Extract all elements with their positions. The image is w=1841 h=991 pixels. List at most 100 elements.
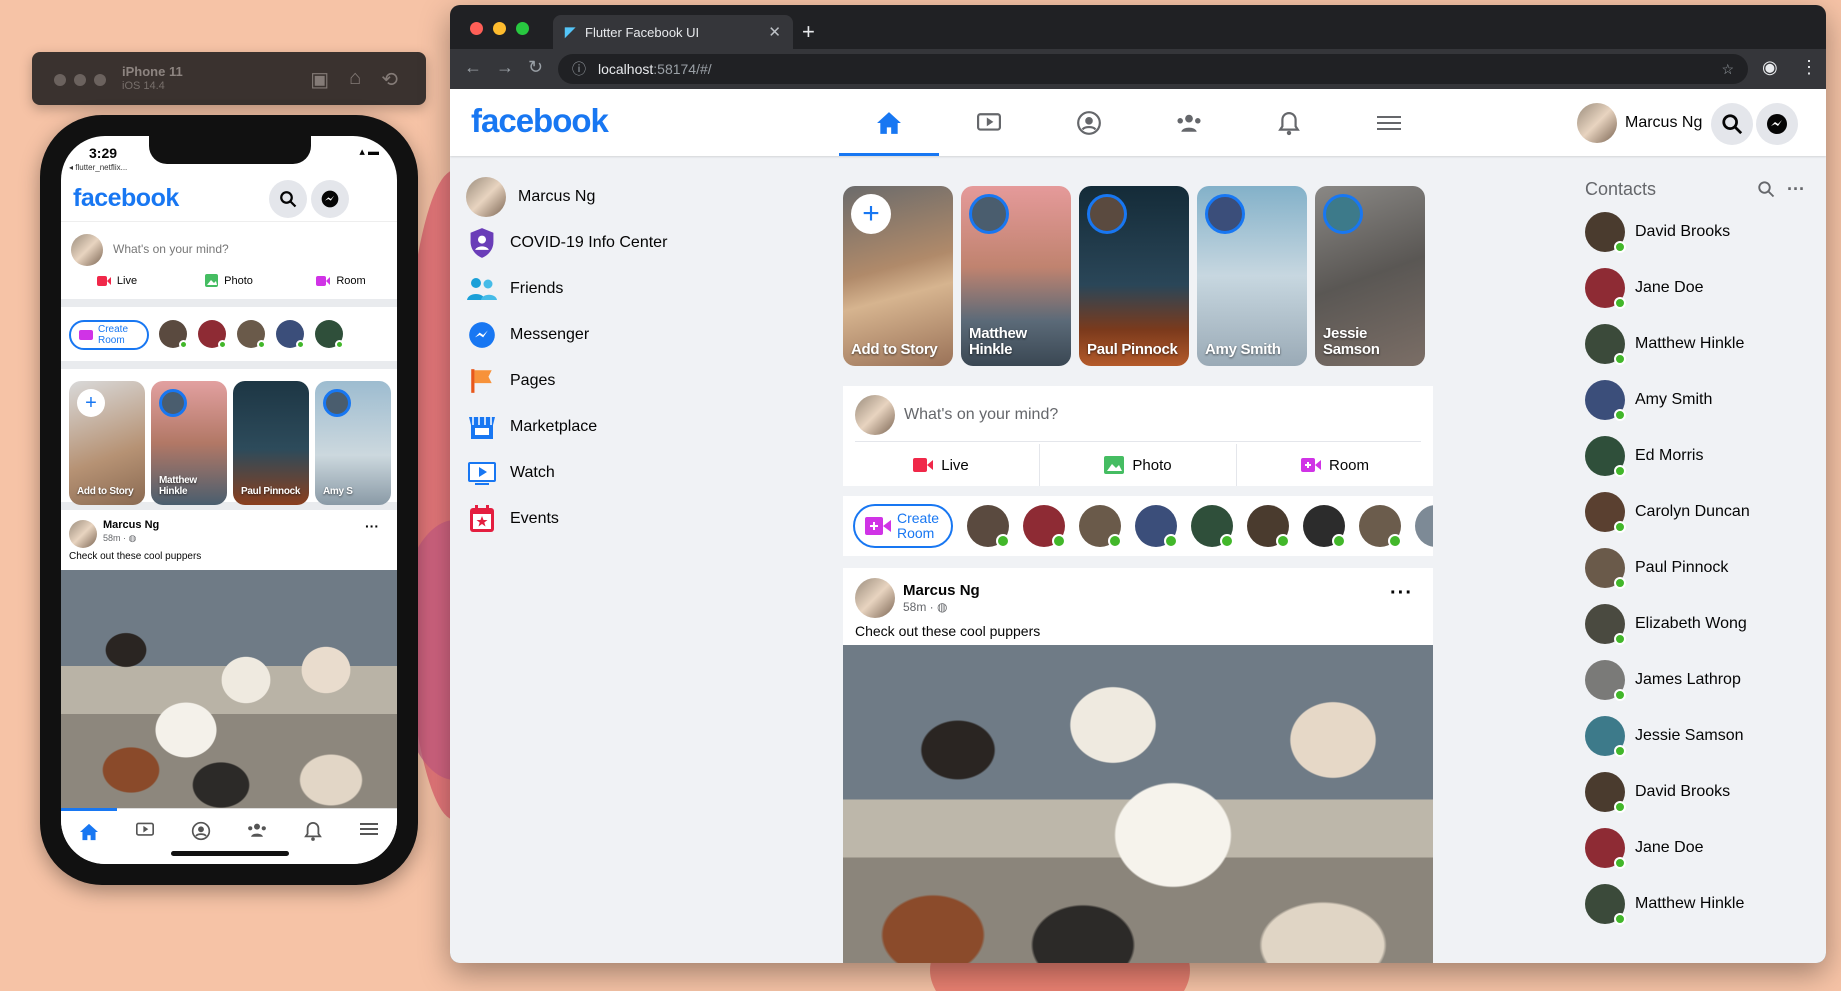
sidebar-item-watch[interactable]: Watch [460,450,800,496]
tab-groups[interactable] [1139,89,1239,156]
story-card[interactable]: Jessie Samson [1315,186,1425,366]
browser-tab[interactable]: ◤ Flutter Facebook UI ✕ [553,15,793,49]
story-card[interactable]: Amy Smith [1197,186,1307,366]
contact-item[interactable]: David Brooks [1585,204,1815,260]
watch-tab[interactable] [117,809,173,864]
more-options-icon[interactable]: ··· [1390,582,1413,605]
room-avatar[interactable] [1023,505,1066,548]
home-tab[interactable] [61,808,117,864]
post-author[interactable]: Marcus Ng [903,582,980,599]
room-avatar[interactable] [967,505,1010,548]
post-photo[interactable] [61,570,397,810]
back-to-app[interactable]: ◂ flutter_netflix... [69,163,127,172]
room-avatar[interactable] [1303,505,1346,548]
room-avatar[interactable] [1079,505,1122,548]
browser-menu-icon[interactable]: ⋮ [1800,57,1818,78]
room-avatar[interactable] [237,320,266,349]
compose-input[interactable]: What's on your mind? [113,242,229,256]
contact-item[interactable]: Ed Morris [1585,428,1815,484]
search-icon[interactable] [1757,180,1775,198]
contact-item[interactable]: Jessie Samson [1585,708,1815,764]
user-profile-chip[interactable]: Marcus Ng [1577,103,1702,143]
forward-icon[interactable]: → [496,57,514,78]
more-icon[interactable]: ··· [365,518,379,534]
create-room-button[interactable]: Create Room [853,504,953,548]
story-card[interactable]: Matthew Hinkle [151,381,227,505]
compose-input[interactable]: What's on your mind? [904,406,1058,424]
room-avatar[interactable] [1135,505,1178,548]
story-card[interactable]: Amy S [315,381,391,505]
sidebar-item-messenger[interactable]: Messenger [460,312,800,358]
tab-notifications[interactable] [1239,89,1339,156]
notifications-tab[interactable] [285,809,341,864]
contact-item[interactable]: Amy Smith [1585,372,1815,428]
contact-item[interactable]: David Brooks [1585,764,1815,820]
photo-button[interactable]: Photo [1040,444,1237,486]
facebook-logo[interactable]: facebook [471,102,609,140]
story-card[interactable]: Paul Pinnock [1079,186,1189,366]
account-icon[interactable]: ◉ [1762,57,1778,78]
back-icon[interactable]: ← [464,57,482,78]
story-card[interactable]: Paul Pinnock [233,381,309,505]
menu-tab[interactable] [341,809,397,864]
star-icon[interactable]: ☆ [1721,61,1734,78]
room-button[interactable]: Room [1237,444,1433,486]
room-button[interactable]: Room [285,274,397,287]
video-camera-icon [913,458,934,472]
close-tab-icon[interactable]: ✕ [768,23,781,41]
post-photo[interactable] [843,645,1433,963]
search-button[interactable] [269,180,307,218]
story-card[interactable]: Matthew Hinkle [961,186,1071,366]
sidebar-item-events[interactable]: Events [460,496,800,542]
contact-item[interactable]: Jane Doe [1585,260,1815,316]
messenger-button[interactable] [311,180,349,218]
create-room-button[interactable]: Create Room [69,320,149,350]
search-button[interactable] [1711,103,1753,145]
post-card: Marcus Ng 58m · ◍ ··· Check out these co… [843,568,1433,963]
contact-item[interactable]: Matthew Hinkle [1585,316,1815,372]
live-button[interactable]: Live [843,444,1040,486]
room-avatar[interactable] [1359,505,1402,548]
tab-watch[interactable] [939,89,1039,156]
story-card[interactable]: + Add to Story [69,381,145,505]
contact-name: Ed Morris [1635,447,1704,464]
room-avatar[interactable] [315,320,344,349]
home-icon[interactable]: ⌂ [349,67,361,92]
messenger-button[interactable] [1756,103,1798,145]
contact-item[interactable]: James Lathrop [1585,652,1815,708]
window-controls[interactable] [470,22,529,35]
screenshot-icon[interactable]: ▣ [310,67,329,92]
contact-item[interactable]: Paul Pinnock [1585,540,1815,596]
more-icon[interactable]: ··· [1787,179,1805,200]
room-avatar[interactable] [1247,505,1290,548]
online-indicator [1052,534,1066,548]
reload-icon[interactable]: ↻ [528,57,543,78]
contact-item[interactable]: Jane Doe [1585,820,1815,876]
tab-menu[interactable] [1339,89,1439,156]
sidebar-item-pages[interactable]: Pages [460,358,800,404]
sidebar-item-friends[interactable]: Friends [460,266,800,312]
address-bar[interactable]: ⓘ localhost:58174/#/ ☆ [558,54,1748,84]
os-version: iOS 14.4 [122,80,165,92]
story-card-add[interactable]: + Add to Story [843,186,953,366]
tab-profile[interactable] [1039,89,1139,156]
room-avatar[interactable] [1191,505,1234,548]
sidebar-item-covid[interactable]: COVID-19 Info Center [460,220,800,266]
tab-home[interactable] [839,89,939,156]
contact-item[interactable]: Carolyn Duncan [1585,484,1815,540]
live-button[interactable]: Live [61,274,173,287]
contact-item[interactable]: Matthew Hinkle [1585,876,1815,932]
sidebar-item-profile[interactable]: Marcus Ng [460,174,800,220]
rotate-icon[interactable]: ⟲ [381,67,398,92]
contact-item[interactable]: Elizabeth Wong [1585,596,1815,652]
post-author[interactable]: Marcus Ng [103,519,159,531]
new-tab-icon[interactable]: + [802,19,815,45]
photo-button[interactable]: Photo [173,274,285,287]
room-avatar[interactable] [198,320,227,349]
window-controls[interactable] [54,74,106,86]
contacts-title: Contacts [1585,178,1657,199]
room-avatar[interactable] [1415,505,1433,547]
room-avatar[interactable] [276,320,305,349]
sidebar-item-marketplace[interactable]: Marketplace [460,404,800,450]
room-avatar[interactable] [159,320,188,349]
